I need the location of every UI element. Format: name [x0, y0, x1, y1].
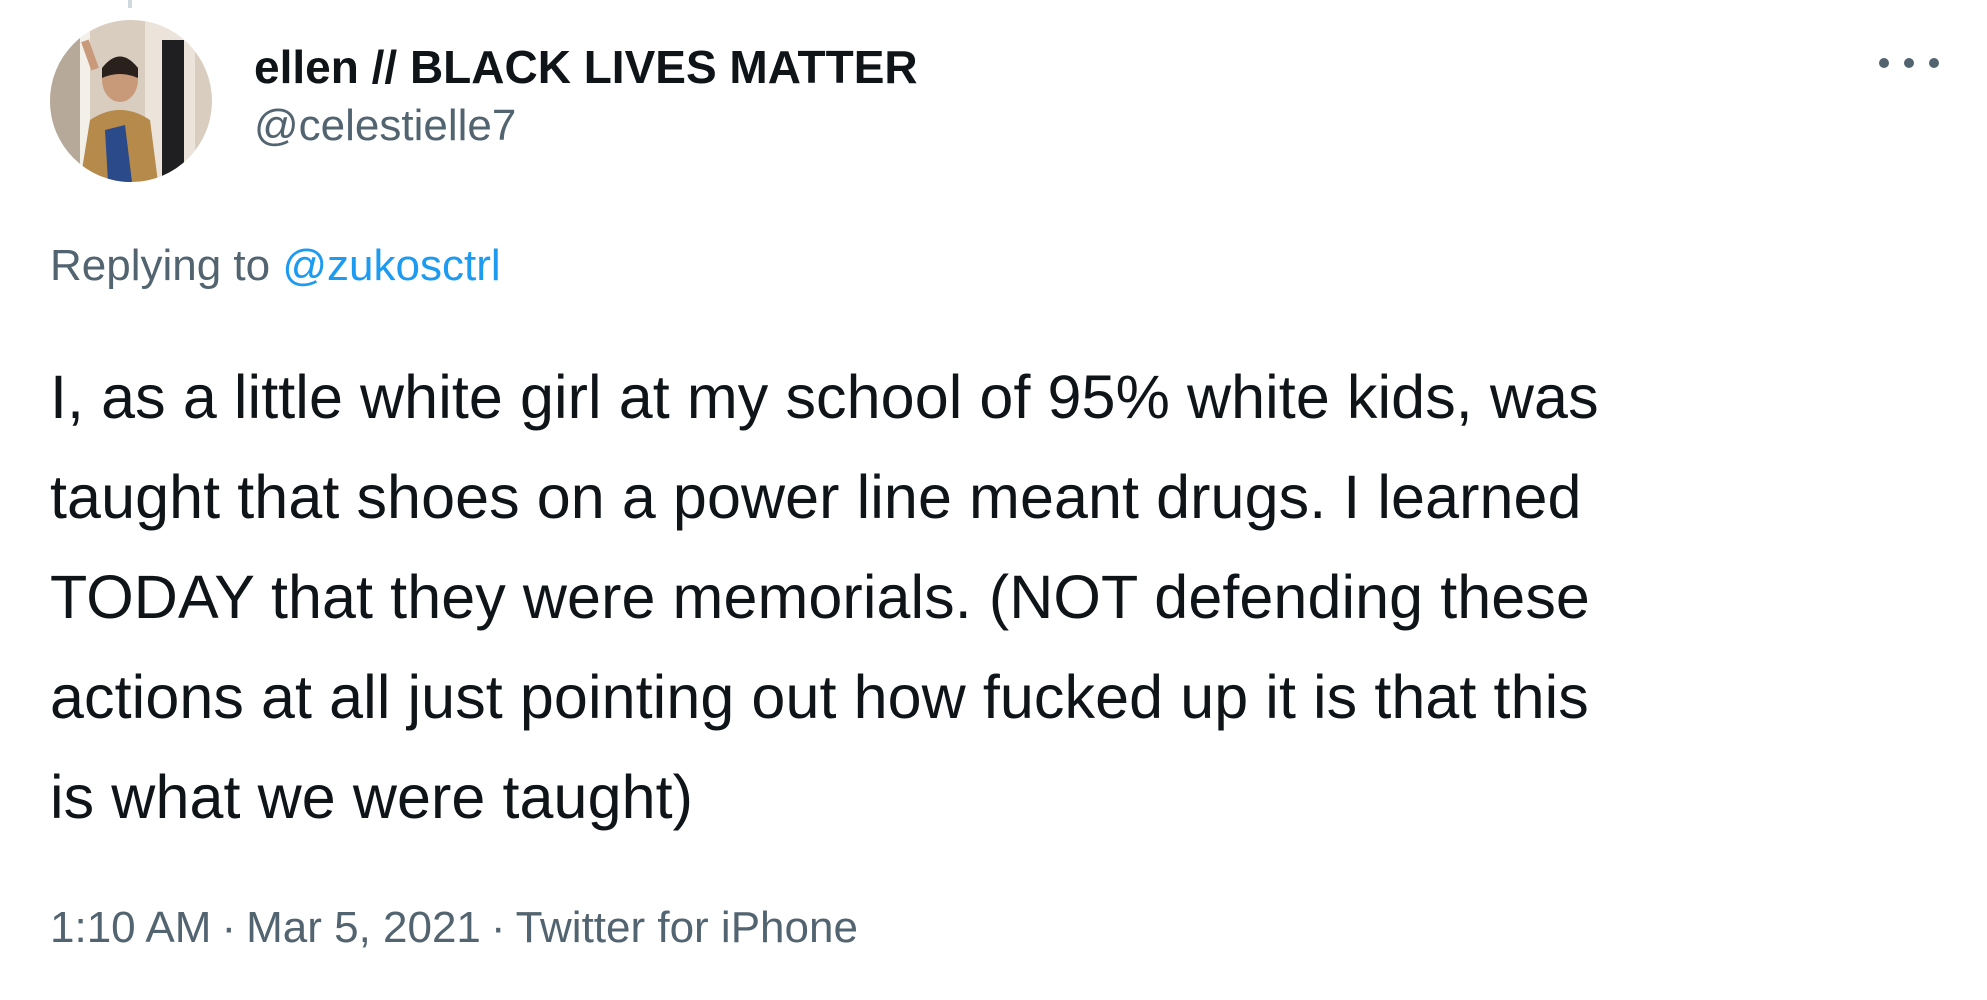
more-options-icon[interactable] — [1879, 48, 1939, 78]
separator-dot: · — [221, 903, 237, 952]
tweet-metadata: 1:10 AM · Mar 5, 2021 · Twitter for iPhone — [50, 898, 858, 958]
tweet-time[interactable]: 1:10 AM — [50, 903, 211, 952]
more-dot — [1879, 58, 1889, 68]
more-dot — [1904, 58, 1914, 68]
tweet-text-line: TODAY that they were memorials. (NOT def… — [50, 563, 1590, 631]
avatar[interactable] — [50, 20, 212, 182]
more-dot — [1929, 58, 1939, 68]
tweet-header: ellen // BLACK LIVES MATTER @celestielle… — [254, 36, 918, 154]
author-display-name[interactable]: ellen // BLACK LIVES MATTER — [254, 36, 918, 98]
tweet-text: I, as a little white girl at my school o… — [50, 347, 1950, 847]
tweet-text-line: I, as a little white girl at my school o… — [50, 363, 1599, 431]
replying-to-line: Replying to @zukosctrl — [50, 236, 501, 296]
reply-mention-link[interactable]: @zukosctrl — [282, 241, 500, 290]
tweet-date[interactable]: Mar 5, 2021 — [246, 903, 481, 952]
replying-to-label: Replying to — [50, 241, 271, 290]
tweet-text-line: actions at all just pointing out how fuc… — [50, 663, 1589, 731]
tweet-text-line: is what we were taught) — [50, 763, 694, 831]
tweet-source[interactable]: Twitter for iPhone — [516, 903, 858, 952]
separator-dot: · — [490, 903, 506, 952]
author-handle[interactable]: @celestielle7 — [254, 98, 918, 154]
avatar-photo — [50, 20, 212, 182]
thread-connector-line — [128, 0, 132, 8]
tweet-text-line: taught that shoes on a power line meant … — [50, 463, 1582, 531]
